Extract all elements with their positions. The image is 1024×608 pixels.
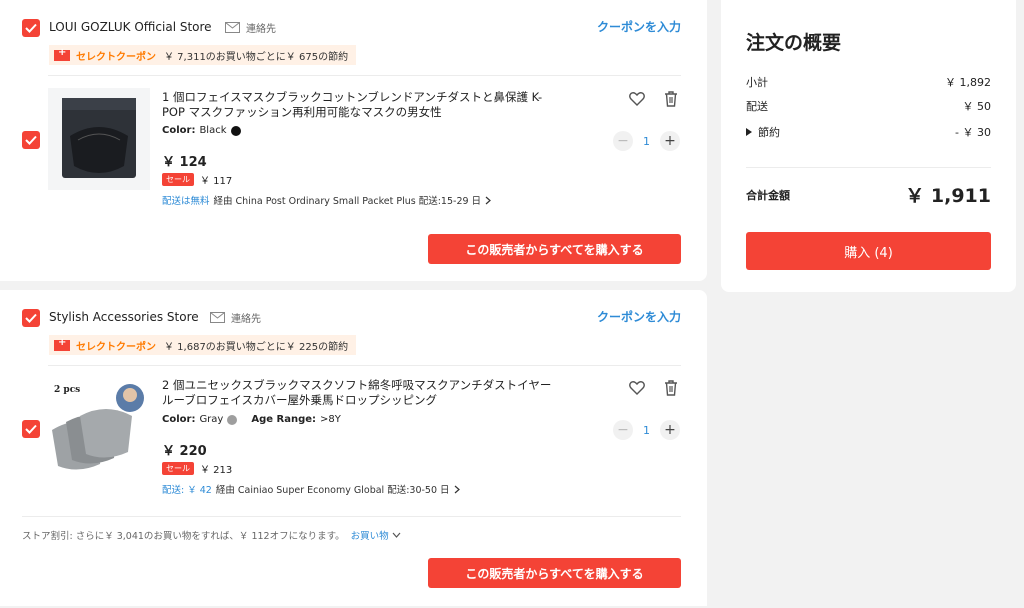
sale-price: ￥ 213 — [200, 465, 233, 476]
product-thumbnail[interactable] — [48, 88, 150, 190]
contact-seller[interactable]: 連絡先 — [210, 310, 261, 325]
shipping-cost: 配送: ￥ 42 — [162, 485, 212, 496]
color-swatch — [230, 125, 241, 136]
divider — [48, 365, 681, 366]
shop-more-label: お買い物 — [350, 531, 389, 542]
savings-row[interactable]: 節約 - ￥ 30 — [746, 124, 991, 140]
color-value: Black — [199, 125, 227, 136]
product-attributes: Color: Black — [162, 125, 241, 136]
subtotal-row: 小計 ￥ 1,892 — [746, 74, 991, 90]
savings-value: - ￥ 30 — [955, 126, 991, 139]
sale-info: セール ￥ 213 — [162, 461, 232, 476]
sale-info: セール ￥ 117 — [162, 172, 232, 187]
shipping-text: 経由 Cainiao Super Economy Global 配送:30-50… — [215, 485, 450, 496]
item-checkbox[interactable] — [22, 131, 40, 149]
divider — [22, 516, 681, 517]
store-name[interactable]: Stylish Accessories Store — [49, 310, 199, 324]
summary-title: 注文の概要 — [746, 32, 842, 54]
sale-badge: セール — [162, 462, 194, 475]
product-title[interactable]: 2 個ユニセックスブラックマスクソフト綿冬呼吸マスクアンチダストイヤールーブロフ… — [162, 378, 562, 408]
sale-price: ￥ 117 — [200, 176, 233, 187]
enter-coupon-link[interactable]: クーポンを入力 — [597, 308, 681, 325]
trash-icon[interactable] — [662, 379, 680, 397]
shipping-free: 配送は無料 — [162, 196, 210, 207]
select-coupon-label: セレクトクーポン — [76, 51, 156, 63]
store-card-2: Stylish Accessories Store 連絡先 クーポンを入力 セレ… — [0, 290, 707, 606]
store-discount-text: ストア割引: さらに￥ 3,041のお買い物をすれば、￥ 112オフになります。 — [22, 531, 345, 542]
subtotal-label: 小計 — [746, 76, 768, 89]
wishlist-heart-icon[interactable] — [628, 90, 646, 108]
color-label: Color: — [162, 414, 196, 425]
order-summary: 注文の概要 小計 ￥ 1,892 配送 ￥ 50 節約 - ￥ 30 合計金額 … — [721, 0, 1016, 292]
caret-right-icon — [746, 128, 752, 136]
age-value: >8Y — [320, 414, 341, 425]
savings-label: 節約 — [758, 126, 780, 139]
quantity-value: 1 — [643, 423, 650, 437]
quantity-value: 1 — [643, 134, 650, 148]
shipping-info[interactable]: 配送は無料 経由 China Post Ordinary Small Packe… — [162, 193, 491, 207]
mail-icon — [210, 312, 225, 323]
wishlist-heart-icon[interactable] — [628, 379, 646, 397]
quantity-decrease-button[interactable]: − — [613, 420, 633, 440]
select-coupon-text: ￥ 1,687のお買い物ごとに￥ 225の節約 — [164, 341, 349, 353]
product-price: ￥ 124 — [162, 155, 207, 170]
total-row: 合計金額 ￥ 1,911 — [746, 181, 991, 208]
product-attributes: Color: Gray Age Range: >8Y — [162, 414, 341, 425]
product-thumbnail[interactable]: 2 pcs — [48, 378, 150, 480]
select-coupon-label: セレクトクーポン — [76, 341, 156, 353]
quantity-increase-button[interactable]: + — [660, 131, 680, 151]
quantity-stepper: − 1 + — [613, 420, 680, 440]
product-price: ￥ 220 — [162, 444, 207, 459]
chevron-down-icon — [392, 532, 401, 538]
contact-seller[interactable]: 連絡先 — [225, 20, 276, 35]
contact-label: 連絡先 — [246, 24, 276, 35]
color-value: Gray — [199, 414, 224, 425]
select-coupon-text: ￥ 7,311のお買い物ごとに￥ 675の節約 — [164, 51, 349, 63]
mail-icon — [225, 22, 240, 33]
color-swatch — [227, 414, 238, 425]
subtotal-value: ￥ 1,892 — [945, 76, 991, 89]
divider — [746, 167, 991, 168]
contact-label: 連絡先 — [231, 314, 261, 325]
checkout-button[interactable]: 購入 (4) — [746, 232, 991, 270]
product-title[interactable]: 1 個ロフェイスマスクブラックコットンブレンドアンチダストと鼻保護 K-POP … — [162, 90, 562, 120]
item-checkbox[interactable] — [22, 420, 40, 438]
chevron-right-icon — [485, 196, 491, 204]
chevron-right-icon — [454, 485, 460, 493]
shipping-label: 配送 — [746, 100, 768, 113]
quantity-stepper: − 1 + — [613, 131, 680, 151]
store-checkbox[interactable] — [22, 309, 40, 327]
shipping-row: 配送 ￥ 50 — [746, 98, 991, 114]
store-checkbox[interactable] — [22, 19, 40, 37]
select-coupon-banner[interactable]: セレクトクーポン ￥ 1,687のお買い物ごとに￥ 225の節約 — [49, 335, 357, 355]
trash-icon[interactable] — [662, 90, 680, 108]
buy-all-from-seller-button[interactable]: この販売者からすべてを購入する — [428, 558, 681, 588]
coupon-flag-icon — [54, 337, 70, 351]
shipping-text: 経由 China Post Ordinary Small Packet Plus… — [213, 196, 482, 207]
select-coupon-banner[interactable]: セレクトクーポン ￥ 7,311のお買い物ごとに￥ 675の節約 — [49, 45, 357, 65]
total-label: 合計金額 — [746, 188, 790, 202]
shop-more-link[interactable]: お買い物 — [351, 528, 401, 542]
age-label: Age Range: — [251, 414, 317, 425]
store-card-1: LOUI GOZLUK Official Store 連絡先 クーポンを入力 セ… — [0, 0, 707, 281]
buy-all-from-seller-button[interactable]: この販売者からすべてを購入する — [428, 234, 681, 264]
total-value: ￥ 1,911 — [905, 185, 991, 207]
store-name[interactable]: LOUI GOZLUK Official Store — [49, 20, 212, 34]
enter-coupon-link[interactable]: クーポンを入力 — [597, 18, 681, 35]
store-discount-notice: ストア割引: さらに￥ 3,041のお買い物をすれば、￥ 112オフになります。… — [22, 528, 401, 542]
thumb-label: 2 pcs — [54, 385, 80, 395]
quantity-increase-button[interactable]: + — [660, 420, 680, 440]
quantity-decrease-button[interactable]: − — [613, 131, 633, 151]
divider — [48, 75, 681, 76]
color-label: Color: — [162, 125, 196, 136]
sale-badge: セール — [162, 173, 194, 186]
coupon-flag-icon — [54, 47, 70, 61]
shipping-value: ￥ 50 — [962, 100, 992, 113]
shipping-info[interactable]: 配送: ￥ 42 経由 Cainiao Super Economy Global… — [162, 482, 460, 496]
